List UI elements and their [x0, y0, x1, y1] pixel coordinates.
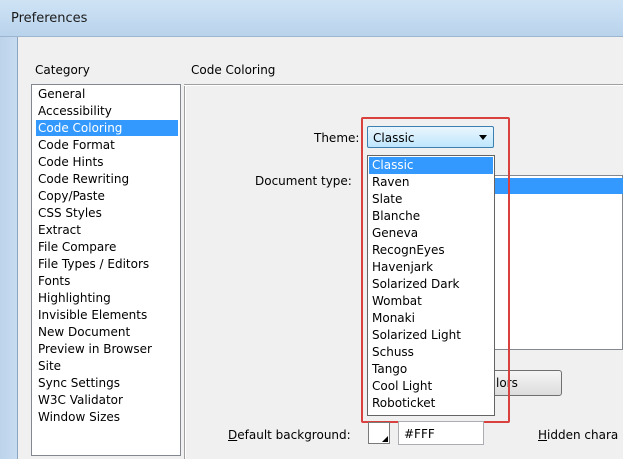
- category-item-new-document[interactable]: New Document: [36, 324, 132, 340]
- category-item-window-sizes[interactable]: Window Sizes: [36, 409, 122, 425]
- category-item-file-types-editors[interactable]: File Types / Editors: [36, 256, 151, 272]
- category-item-code-format[interactable]: Code Format: [36, 137, 117, 153]
- default-background-input[interactable]: #FFF: [398, 421, 484, 445]
- theme-label: Theme:: [314, 131, 360, 145]
- section-divider: [184, 84, 623, 86]
- category-item-fonts[interactable]: Fonts: [36, 273, 72, 289]
- category-item-copy-paste[interactable]: Copy/Paste: [36, 188, 107, 204]
- section-title: Code Coloring: [191, 63, 276, 77]
- window-title: Preferences: [11, 11, 88, 26]
- category-item-w3c-validator[interactable]: W3C Validator: [36, 392, 125, 408]
- category-item-site[interactable]: Site: [36, 358, 63, 374]
- hidden-characters-accesskey: H: [538, 428, 548, 442]
- category-item-preview-in-browser[interactable]: Preview in Browser: [36, 341, 154, 357]
- category-heading: Category: [35, 63, 90, 77]
- hidden-characters-label: Hidden chara: [538, 428, 618, 442]
- category-item-css-styles[interactable]: CSS Styles: [36, 205, 104, 221]
- category-item-code-rewriting[interactable]: Code Rewriting: [36, 171, 131, 187]
- document-type-label: Document type:: [255, 174, 352, 188]
- category-item-sync-settings[interactable]: Sync Settings: [36, 375, 122, 391]
- window-frame-left: [0, 37, 18, 459]
- swatch-corner-icon: [382, 436, 388, 442]
- category-item-invisible-elements[interactable]: Invisible Elements: [36, 307, 149, 323]
- category-item-file-compare[interactable]: File Compare: [36, 239, 118, 255]
- category-item-extract[interactable]: Extract: [36, 222, 83, 238]
- default-background-label-text: efault background:: [237, 428, 351, 442]
- color-swatch-button[interactable]: [368, 422, 390, 444]
- section-divider-vertical: [184, 86, 186, 459]
- category-item-code-hints[interactable]: Code Hints: [36, 154, 105, 170]
- default-background-accesskey: D: [228, 428, 238, 442]
- category-list[interactable]: General Accessibility Code Coloring Code…: [31, 84, 181, 456]
- default-background-label: Default background:: [228, 428, 351, 442]
- title-bar: Preferences: [0, 0, 623, 37]
- annotation-highlight-box: [361, 117, 510, 423]
- hidden-characters-label-text: idden chara: [547, 428, 619, 442]
- default-background-value: #FFF: [404, 427, 435, 441]
- category-item-highlighting[interactable]: Highlighting: [36, 290, 113, 306]
- category-item-code-coloring[interactable]: Code Coloring: [36, 120, 178, 136]
- category-item-general[interactable]: General: [36, 86, 87, 102]
- category-item-accessibility[interactable]: Accessibility: [36, 103, 114, 119]
